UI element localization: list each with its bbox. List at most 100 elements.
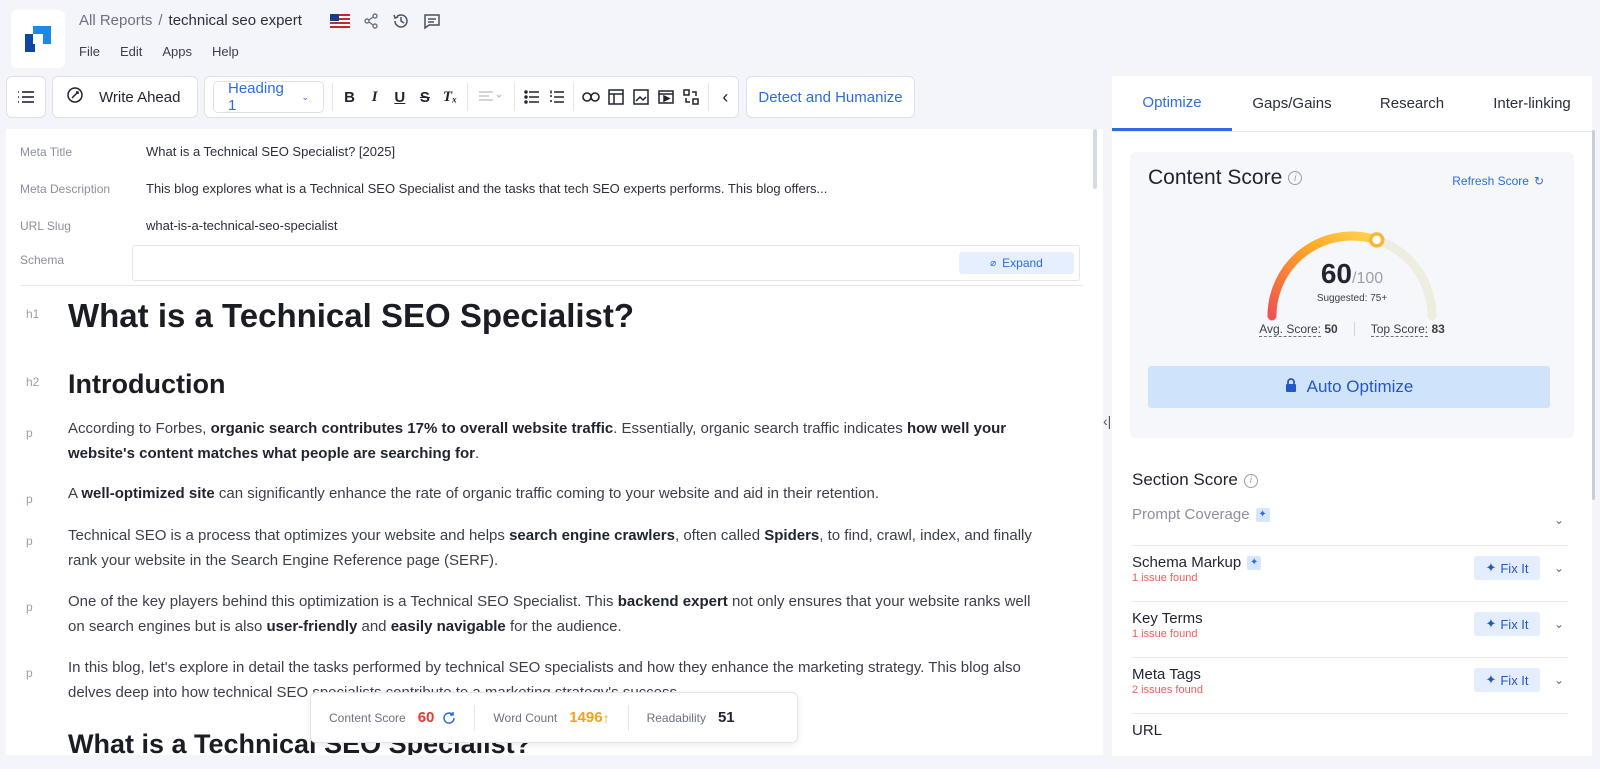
expand-button[interactable]: ⌀ Expand: [959, 252, 1074, 274]
italic-icon[interactable]: I: [362, 83, 387, 111]
tab-gaps-gains[interactable]: Gaps/Gains: [1232, 76, 1352, 131]
info-icon[interactable]: i: [1243, 473, 1258, 488]
chevron-down-icon: ⌄: [301, 91, 310, 102]
fix-it-button[interactable]: ✦ Fix It: [1474, 612, 1540, 636]
refresh-score-label: Refresh Score: [1452, 174, 1529, 188]
section-row-url[interactable]: URL: [1132, 722, 1568, 756]
align-icon[interactable]: [472, 83, 511, 111]
auto-optimize-label: Auto Optimize: [1306, 377, 1414, 396]
url-slug-field[interactable]: what-is-a-technical-seo-specialist: [146, 218, 337, 233]
video-icon[interactable]: [654, 83, 679, 111]
breadcrumb: All Reports / technical seo expert: [79, 12, 302, 29]
expand-icon: ⌀: [990, 257, 997, 269]
block-tag: p: [26, 600, 33, 614]
block-tag: h1: [26, 307, 40, 321]
bullet-list-icon[interactable]: [519, 83, 544, 111]
menu-help[interactable]: Help: [212, 44, 239, 59]
issue-count: 2 issues found: [1132, 684, 1203, 696]
image-icon[interactable]: [629, 83, 654, 111]
section-row-meta-tags[interactable]: Meta Tags 2 issues found ✦ Fix It ⌄: [1132, 666, 1568, 714]
menu-file[interactable]: File: [79, 44, 100, 59]
share-icon[interactable]: [363, 13, 379, 29]
meta-title-field[interactable]: What is a Technical SEO Specialist? [202…: [146, 144, 395, 159]
menu-bar: File Edit Apps Help: [79, 44, 239, 59]
editor-scrollbar[interactable]: [1093, 129, 1097, 189]
content-score-stat: Content Score 60: [311, 709, 474, 726]
paragraph[interactable]: A well-optimized site can significantly …: [68, 481, 1043, 506]
editor-area[interactable]: Meta Title What is a Technical SEO Speci…: [6, 129, 1103, 755]
tab-inter-linking[interactable]: Inter-linking: [1472, 76, 1592, 131]
document-h1[interactable]: What is a Technical SEO Specialist?: [68, 297, 634, 335]
sparkle-icon: ✦: [1255, 507, 1270, 522]
issue-count: 1 issue found: [1132, 628, 1198, 640]
top-score-label: Top Score:: [1370, 322, 1429, 337]
app-logo[interactable]: [11, 10, 65, 68]
paragraph[interactable]: One of the key players behind this optim…: [68, 589, 1043, 639]
readability-stat-label: Readability: [646, 710, 706, 725]
url-slug-label: URL Slug: [20, 219, 71, 233]
avg-top-scores: Avg. Score: 50 Top Score: 83: [1130, 322, 1574, 337]
outline-toggle-button[interactable]: [6, 76, 46, 118]
refresh-icon[interactable]: [442, 711, 456, 725]
section-name: Key Terms: [1132, 610, 1203, 627]
auto-optimize-button[interactable]: Auto Optimize: [1148, 366, 1550, 408]
clear-format-icon[interactable]: Tₓ: [437, 83, 462, 111]
detect-humanize-button[interactable]: Detect and Humanize: [746, 76, 915, 118]
section-row-key-terms[interactable]: Key Terms 1 issue found ✦ Fix It ⌄: [1132, 610, 1568, 658]
replace-icon[interactable]: [679, 83, 704, 111]
chevron-down-icon[interactable]: ⌄: [1554, 561, 1564, 575]
toolbar-divider: [573, 83, 575, 111]
link-icon[interactable]: [578, 83, 603, 111]
us-flag-icon[interactable]: [330, 14, 350, 28]
section-name: Prompt Coverage ✦: [1132, 506, 1270, 523]
underline-icon[interactable]: U: [387, 83, 412, 111]
readability-stat-value: 51: [717, 709, 735, 726]
word-count-stat: Word Count 1496 ↑: [475, 709, 627, 726]
sparkle-icon: ✦: [1247, 555, 1262, 570]
tab-research[interactable]: Research: [1352, 76, 1472, 131]
schema-field[interactable]: ⌀ Expand: [132, 245, 1080, 281]
menu-edit[interactable]: Edit: [120, 44, 142, 59]
avg-score-value: 50: [1324, 322, 1338, 336]
panel-scrollbar[interactable]: [1592, 130, 1595, 500]
table-icon[interactable]: [603, 83, 628, 111]
chevron-left-icon[interactable]: ‹: [713, 83, 738, 111]
heading-select[interactable]: Heading 1 ⌄: [213, 80, 325, 114]
numbered-list-icon[interactable]: [544, 83, 569, 111]
chevron-down-icon[interactable]: ⌄: [1554, 513, 1564, 527]
section-row-prompt-coverage[interactable]: Prompt Coverage ✦ ⌄: [1132, 506, 1568, 546]
lock-icon: [1285, 377, 1297, 397]
block-tag: h2: [26, 375, 40, 389]
document-h2[interactable]: Introduction: [68, 369, 225, 400]
breadcrumb-root[interactable]: All Reports: [79, 12, 152, 29]
block-tag: p: [26, 534, 33, 548]
menu-apps[interactable]: Apps: [162, 44, 192, 59]
list-icon: [7, 90, 45, 104]
stats-bar: Content Score 60 Word Count 1496 ↑ Reada…: [310, 692, 798, 743]
fix-it-button[interactable]: ✦ Fix It: [1474, 556, 1540, 580]
content-score-title: Content Score i: [1148, 166, 1303, 190]
meta-description-field[interactable]: This blog explores what is a Technical S…: [146, 181, 827, 196]
section-name: Meta Tags: [1132, 666, 1201, 683]
paragraph[interactable]: According to Forbes, organic search cont…: [68, 416, 1043, 466]
block-tag: p: [26, 492, 33, 506]
chevron-down-icon[interactable]: ⌄: [1554, 673, 1564, 687]
chevron-down-icon[interactable]: ⌄: [1554, 617, 1564, 631]
formatting-toolbar: Heading 1 ⌄ B I U S Tₓ ‹: [204, 76, 739, 118]
section-score-title: Section Score i: [1132, 470, 1258, 490]
refresh-score-button[interactable]: Refresh Score ↻: [1452, 174, 1544, 188]
avg-score-label: Avg. Score:: [1259, 322, 1322, 337]
issue-count: 1 issue found: [1132, 572, 1198, 584]
section-row-schema-markup[interactable]: Schema Markup ✦ 1 issue found ✦ Fix It ⌄: [1132, 554, 1568, 602]
write-ahead-button[interactable]: Write Ahead: [52, 76, 198, 118]
info-icon[interactable]: i: [1288, 171, 1303, 186]
magic-wand-icon: ✦: [1485, 616, 1497, 631]
comments-icon[interactable]: [423, 12, 441, 30]
meta-divider: [20, 285, 1083, 286]
bold-icon[interactable]: B: [337, 83, 362, 111]
strikethrough-icon[interactable]: S: [412, 83, 437, 111]
history-icon[interactable]: [392, 12, 410, 30]
fix-it-button[interactable]: ✦ Fix It: [1474, 668, 1540, 692]
paragraph[interactable]: Technical SEO is a process that optimize…: [68, 523, 1043, 573]
tab-optimize[interactable]: Optimize: [1112, 76, 1232, 131]
